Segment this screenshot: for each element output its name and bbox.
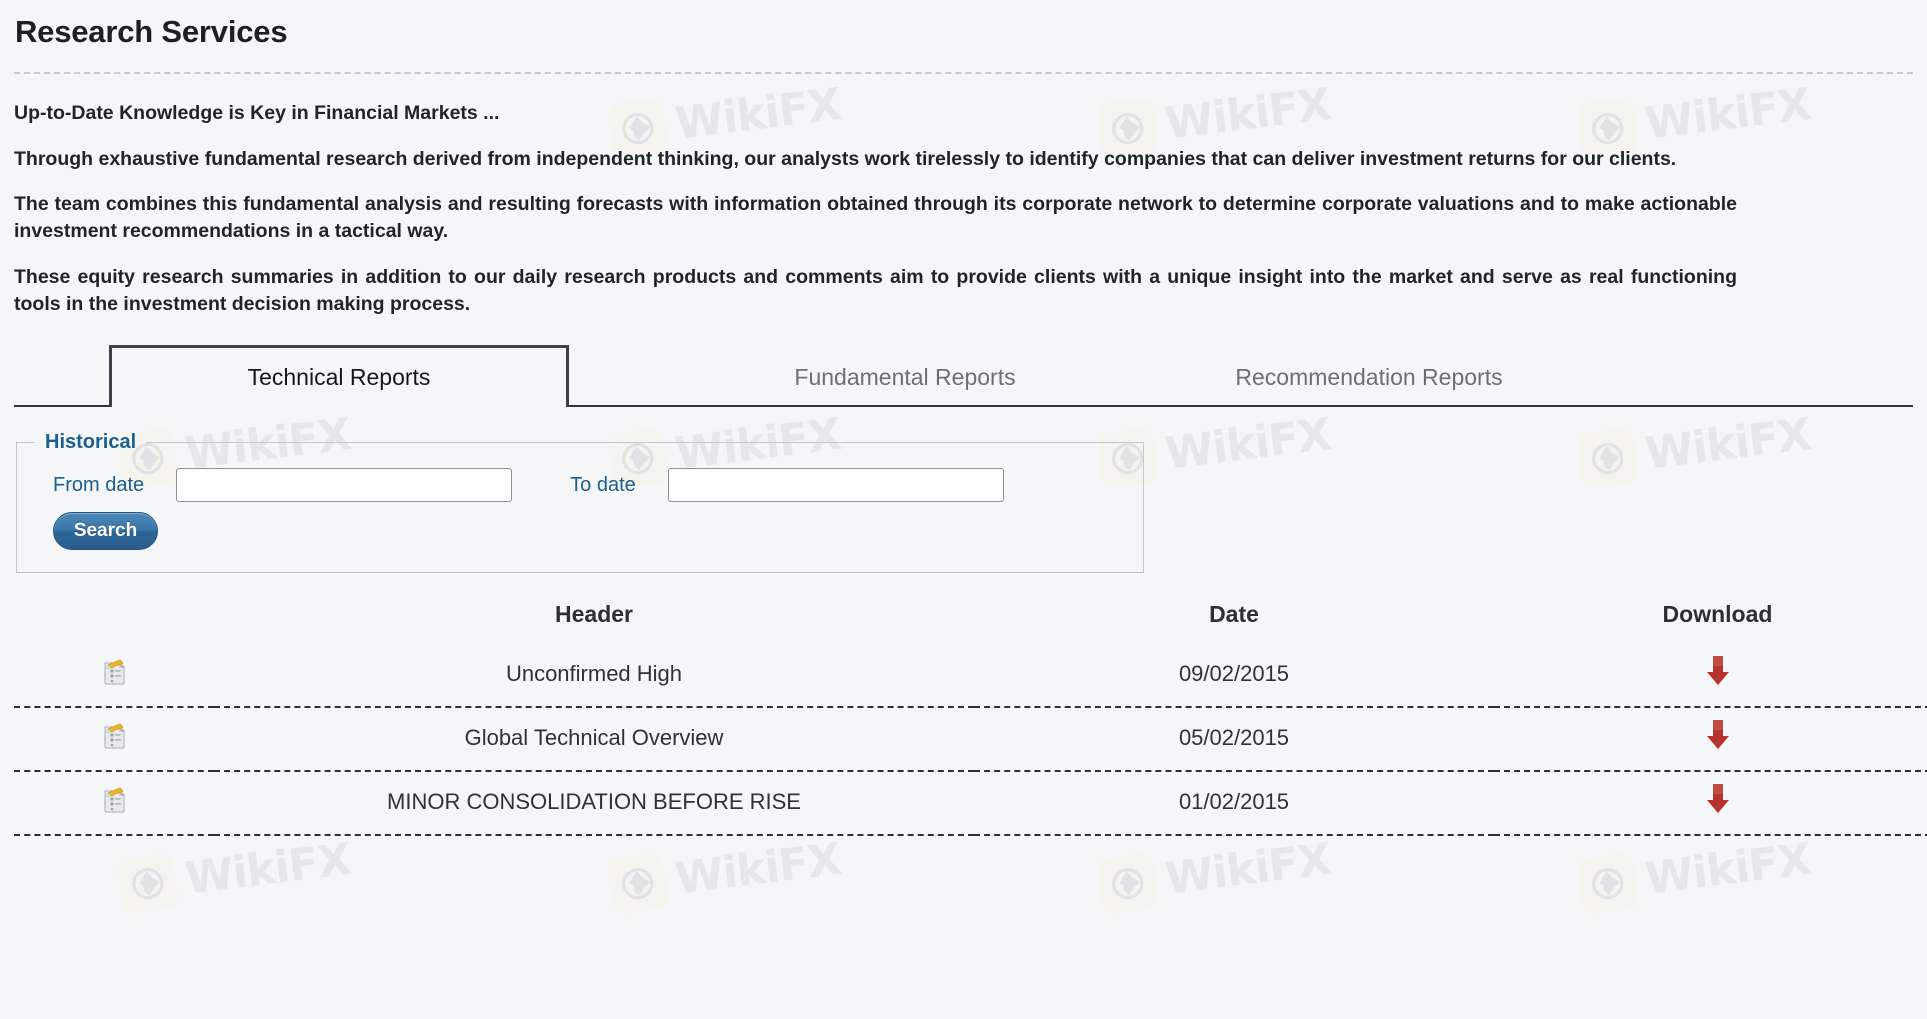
watermark-text: WikiFX [672, 833, 844, 905]
tab-fundamental-reports-label: Fundamental Reports [794, 363, 1016, 390]
report-document-icon [101, 721, 127, 755]
watermark: WikiFX [1096, 831, 1334, 915]
wikifx-logo-icon [1576, 852, 1639, 915]
column-header-download: Download [1662, 601, 1773, 628]
wikifx-logo-icon [606, 852, 669, 915]
wikifx-logo-icon [116, 852, 179, 915]
watermark-text: WikiFX [182, 833, 354, 905]
page-title: Research Services [15, 14, 288, 49]
download-arrow-icon[interactable] [1703, 654, 1733, 694]
row-date: 05/02/2015 [974, 707, 1494, 773]
intro-paragraph-2: The team combines this fundamental analy… [14, 193, 1737, 243]
to-date-input[interactable] [667, 468, 1004, 503]
reports-table-body: Unconfirmed High 09/02/2015 Global Technic… [14, 644, 1927, 837]
row-date: 01/02/2015 [974, 771, 1494, 837]
intro-lead: Up-to-Date Knowledge is Key in Financial… [14, 102, 500, 124]
report-document-icon-svg [104, 659, 126, 685]
table-row[interactable]: Global Technical Overview 05/02/2015 [14, 707, 1927, 773]
watermark-text: WikiFX [1162, 833, 1334, 905]
page-root: Research Services Up-to-Date Knowledge i… [0, 14, 1927, 837]
download-arrow-icon[interactable] [1703, 782, 1733, 822]
historical-legend: Historical [45, 431, 137, 454]
table-header-row: Header Date Download [14, 597, 1927, 644]
download-arrow-icon[interactable] [1703, 718, 1733, 758]
watermark: WikiFX [606, 831, 844, 915]
column-header-icon [14, 597, 214, 644]
watermark: WikiFX [1576, 831, 1814, 915]
row-header-title[interactable]: Global Technical Overview [214, 707, 974, 773]
historical-filter-panel: Historical From date To date Search [16, 431, 1144, 574]
tab-recommendation-reports-label: Recommendation Reports [1235, 363, 1503, 390]
table-row[interactable]: Unconfirmed High 09/02/2015 [14, 644, 1927, 709]
report-document-icon-svg [104, 723, 126, 749]
title-divider [14, 72, 1913, 74]
row-report-icon [14, 771, 214, 837]
tab-technical-reports[interactable]: Technical Reports [109, 345, 569, 408]
report-document-icon [101, 785, 127, 819]
from-date-input[interactable] [176, 468, 513, 503]
row-date: 09/02/2015 [974, 644, 1494, 709]
intro-paragraph-1: Through exhaustive fundamental research … [14, 147, 1677, 170]
wikifx-logo-icon [1096, 852, 1159, 915]
download-arrow-icon-svg [1706, 784, 1729, 814]
column-header-date: Date [1209, 601, 1259, 628]
reports-table: Header Date Download Unconfirmed High 09/… [14, 597, 1927, 837]
watermark-text: WikiFX [1642, 833, 1814, 905]
row-report-icon [14, 644, 214, 709]
report-document-icon [101, 657, 127, 691]
row-header-title[interactable]: MINOR CONSOLIDATION BEFORE RISE [214, 771, 974, 837]
search-button[interactable]: Search [53, 512, 158, 551]
tab-technical-reports-label: Technical Reports [247, 364, 431, 391]
tab-recommendation-reports[interactable]: Recommendation Reports [1134, 347, 1604, 407]
column-header-header: Header [555, 601, 633, 628]
from-date-label: From date [53, 473, 145, 496]
intro-section: Up-to-Date Knowledge is Key in Financial… [14, 100, 1737, 317]
tab-fundamental-reports[interactable]: Fundamental Reports [690, 347, 1120, 407]
download-arrow-icon-svg [1706, 720, 1729, 750]
intro-paragraph-3: These equity research summaries in addit… [14, 265, 1737, 315]
table-row[interactable]: MINOR CONSOLIDATION BEFORE RISE 01/02/201… [14, 771, 1927, 837]
watermark: WikiFX [116, 831, 354, 915]
row-header-title[interactable]: Unconfirmed High [214, 644, 974, 709]
download-arrow-icon-svg [1706, 656, 1729, 686]
row-download-cell [1494, 644, 1927, 709]
report-document-icon-svg [104, 787, 126, 813]
row-download-cell [1494, 771, 1927, 837]
reports-tabs: Technical Reports Fundamental Reports Re… [14, 345, 1913, 408]
row-download-cell [1494, 707, 1927, 773]
row-report-icon [14, 707, 214, 773]
to-date-label: To date [570, 473, 636, 496]
date-filter-row: From date To date [17, 454, 1143, 503]
